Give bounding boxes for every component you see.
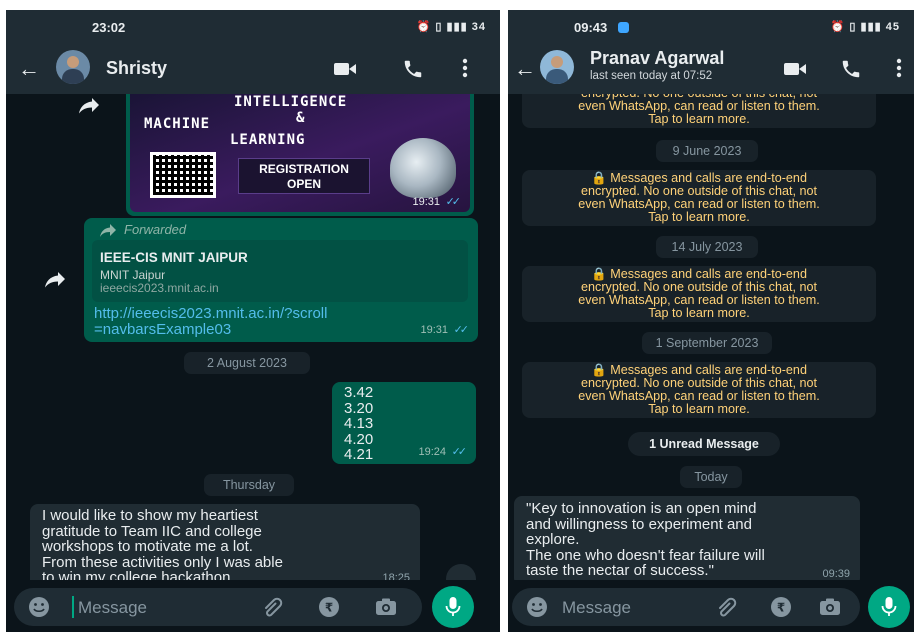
date-divider: Thursday bbox=[204, 474, 294, 496]
date-divider: 1 September 2023 bbox=[642, 332, 772, 354]
message-text: I would like to show my heartiest gratit… bbox=[42, 507, 283, 580]
poster-line-4: LEARNING bbox=[230, 132, 306, 148]
link-preview-card[interactable]: IEEE-CIS MNIT JAIPUR MNIT Jaipur ieeecis… bbox=[92, 240, 468, 302]
message-input[interactable]: Message bbox=[78, 598, 147, 618]
encryption-notice[interactable]: 🔒 Messages and calls are end-to-end encr… bbox=[522, 170, 876, 226]
status-icons: ⏰ ▯ ▮▮▮ 45 bbox=[830, 21, 900, 33]
attach-icon[interactable] bbox=[716, 596, 740, 623]
chat-header: ← Shristy bbox=[6, 44, 500, 94]
emoji-icon[interactable] bbox=[526, 596, 548, 623]
video-call-icon[interactable] bbox=[784, 61, 806, 77]
avatar[interactable] bbox=[56, 50, 90, 84]
gratitude-message[interactable]: I would like to show my heartiest gratit… bbox=[30, 504, 420, 580]
menu-icon[interactable] bbox=[896, 58, 902, 78]
forward-icon[interactable] bbox=[76, 94, 104, 120]
left-chat-screen: 23:02 ⏰ ▯ ▮▮▮ 34 ← Shristy INTELLIGENCE … bbox=[6, 10, 500, 632]
status-bar: 09:43 ⏰ ▯ ▮▮▮ 45 bbox=[508, 10, 914, 44]
chat-header: ← Pranav Agarwal last seen today at 07:5… bbox=[508, 44, 914, 94]
encryption-notice[interactable]: 🔒 Messages and calls are end-to-end encr… bbox=[522, 362, 876, 418]
read-ticks-icon: ✓✓ bbox=[453, 324, 470, 336]
voice-call-icon[interactable] bbox=[402, 58, 424, 80]
poster-image-message[interactable]: INTELLIGENCE & MACHINE LEARNING REGISTRA… bbox=[126, 94, 474, 216]
battery-level: 34 bbox=[471, 21, 486, 33]
camera-icon[interactable] bbox=[818, 596, 842, 623]
poster-image[interactable]: INTELLIGENCE & MACHINE LEARNING REGISTRA… bbox=[130, 94, 470, 212]
registration-text: REGISTRATION OPEN bbox=[259, 162, 349, 191]
svg-text:₹: ₹ bbox=[777, 601, 785, 615]
voice-call-icon[interactable] bbox=[840, 58, 862, 80]
date-divider: 2 August 2023 bbox=[184, 352, 310, 374]
svg-text:₹: ₹ bbox=[325, 601, 333, 615]
battery-level: 45 bbox=[885, 21, 900, 33]
back-arrow-icon[interactable]: ← bbox=[18, 56, 40, 82]
payment-icon[interactable]: ₹ bbox=[770, 596, 792, 623]
link-preview-domain: ieeecis2023.mnit.ac.in bbox=[100, 281, 219, 295]
message-time: 19:31 bbox=[412, 196, 440, 208]
camera-icon[interactable] bbox=[374, 596, 398, 623]
numbers-message[interactable]: 3.42 3.20 4.13 4.20 4.21 19:24 ✓✓ bbox=[332, 382, 476, 464]
emoji-icon[interactable] bbox=[28, 596, 50, 623]
voice-message-button[interactable] bbox=[868, 586, 910, 628]
registration-banner: REGISTRATION OPEN bbox=[238, 158, 370, 194]
text-cursor bbox=[72, 596, 74, 618]
forwarded-label: Forwarded bbox=[124, 222, 187, 237]
status-bar: 23:02 ⏰ ▯ ▮▮▮ 34 bbox=[6, 10, 500, 44]
message-text: "Key to innovation is an open mind and w… bbox=[526, 500, 765, 579]
avatar[interactable] bbox=[540, 50, 574, 84]
message-time: 09:39 bbox=[822, 568, 850, 580]
message-link[interactable]: http://ieeecis2023.mnit.ac.in/?scroll =n… bbox=[94, 306, 327, 338]
message-text: 3.42 3.20 4.13 4.20 4.21 bbox=[344, 384, 374, 463]
forward-icon[interactable] bbox=[42, 266, 70, 294]
read-ticks-icon: ✓✓ bbox=[451, 446, 468, 458]
link-preview-subtitle: MNIT Jaipur bbox=[100, 268, 166, 282]
date-divider: Today bbox=[680, 466, 742, 488]
payment-icon[interactable]: ₹ bbox=[318, 596, 340, 623]
encryption-notice[interactable]: 🔒 Messages and calls are end-to-end encr… bbox=[522, 266, 876, 322]
contact-name[interactable]: Shristy bbox=[106, 58, 167, 79]
message-list[interactable]: 🔒 Messages and calls are end-to-end encr… bbox=[508, 94, 914, 580]
message-input[interactable]: Message bbox=[562, 598, 631, 618]
contact-name[interactable]: Pranav Agarwal bbox=[590, 48, 724, 69]
status-icons: ⏰ ▯ ▮▮▮ 34 bbox=[416, 21, 486, 33]
robot-illustration bbox=[390, 138, 456, 198]
attach-icon[interactable] bbox=[262, 596, 286, 623]
voice-message-button[interactable] bbox=[432, 586, 474, 628]
message-time: 19:31 bbox=[420, 324, 448, 336]
read-ticks-icon: ✓✓ bbox=[445, 196, 462, 208]
poster-line-1: INTELLIGENCE bbox=[234, 94, 348, 110]
last-seen: last seen today at 07:52 bbox=[590, 70, 713, 82]
status-time: 23:02 bbox=[92, 20, 126, 35]
quote-message[interactable]: "Key to innovation is an open mind and w… bbox=[514, 496, 860, 580]
video-call-icon[interactable] bbox=[334, 61, 356, 77]
back-arrow-icon[interactable]: ← bbox=[514, 56, 536, 82]
date-divider: 14 July 2023 bbox=[656, 236, 758, 258]
link-preview-title: IEEE-CIS MNIT JAIPUR bbox=[100, 250, 248, 265]
encryption-notice[interactable]: 🔒 Messages and calls are end-to-end encr… bbox=[522, 94, 876, 128]
message-list[interactable]: INTELLIGENCE & MACHINE LEARNING REGISTRA… bbox=[6, 94, 500, 580]
poster-line-3: MACHINE bbox=[144, 116, 211, 132]
right-chat-screen: 09:43 ⏰ ▯ ▮▮▮ 45 ← Pranav Agarwal last s… bbox=[508, 10, 914, 632]
unread-messages-badge: 1 Unread Message bbox=[628, 432, 780, 456]
message-time: 19:24 bbox=[418, 446, 446, 458]
menu-icon[interactable] bbox=[462, 58, 468, 78]
message-time: 18:25 bbox=[382, 572, 410, 580]
app-notification-icon bbox=[618, 22, 629, 33]
message-input-bar[interactable]: Message ₹ bbox=[512, 588, 860, 626]
scroll-down-icon[interactable]: ⌄ bbox=[446, 564, 476, 580]
poster-line-2: & bbox=[296, 110, 306, 126]
qr-code bbox=[150, 152, 216, 198]
forwarded-link-message[interactable]: Forwarded IEEE-CIS MNIT JAIPUR MNIT Jaip… bbox=[84, 218, 478, 342]
message-input-bar[interactable]: Message ₹ bbox=[14, 588, 422, 626]
status-time: 09:43 bbox=[574, 20, 608, 35]
date-divider: 9 June 2023 bbox=[656, 140, 758, 162]
